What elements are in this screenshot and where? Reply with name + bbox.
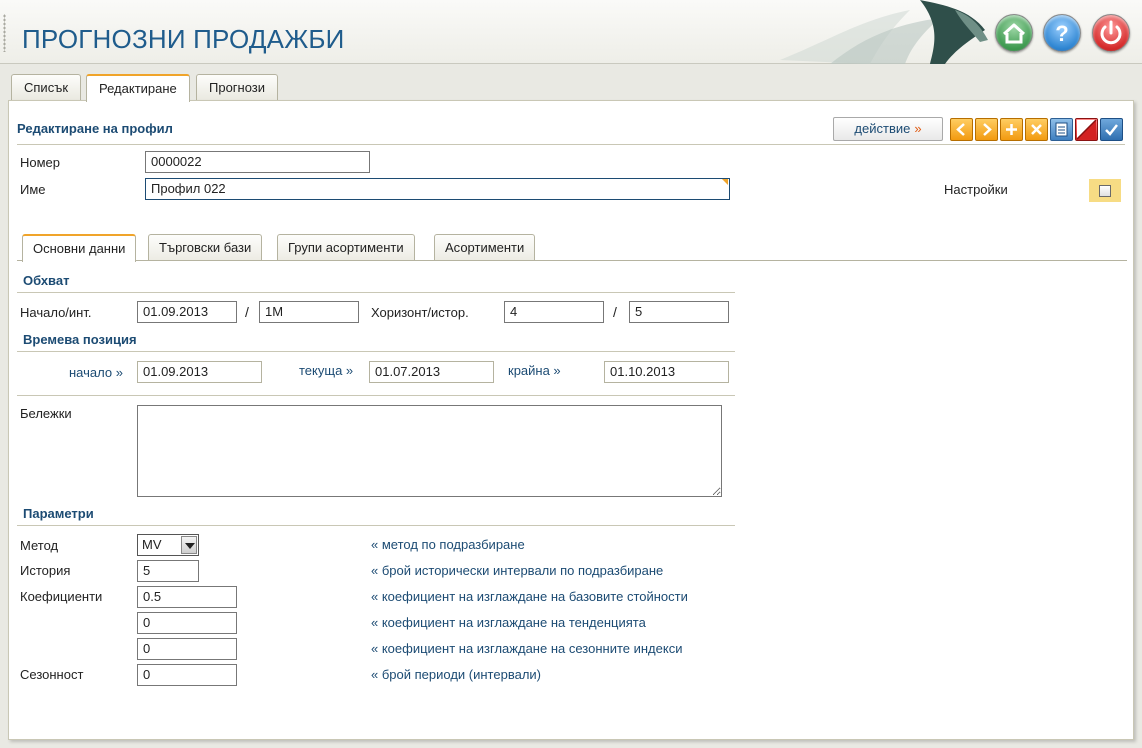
method-select[interactable]: MV <box>137 534 199 556</box>
method-value: MV <box>142 537 162 552</box>
parameters-heading: Параметри <box>23 506 94 521</box>
coef-base-field[interactable]: 0.5 <box>137 586 237 608</box>
help-icon: ? <box>1055 21 1068 46</box>
drag-grip[interactable] <box>3 14 6 52</box>
horizon-history-label: Хоризонт/истор. <box>371 305 469 320</box>
action-arrow: » <box>914 121 922 136</box>
required-marker <box>722 179 728 185</box>
app-title: ПРОГНОЗНИ ПРОДАЖБИ <box>22 24 345 54</box>
divider <box>17 292 735 293</box>
tab-assortment-groups[interactable]: Групи асортименти <box>277 234 415 261</box>
history-hint: « брой исторически интервали по подразби… <box>371 563 664 578</box>
help-button[interactable]: ? <box>1043 14 1081 52</box>
coefficients-label: Коефициенти <box>20 589 103 604</box>
tab-list[interactable]: Списък <box>11 74 82 101</box>
prev-button[interactable] <box>950 118 973 141</box>
print-button[interactable] <box>1050 118 1073 141</box>
number-label: Номер <box>20 155 61 170</box>
slash-separator: / <box>245 304 249 320</box>
divider <box>17 395 735 396</box>
slash-separator: / <box>613 304 617 320</box>
start-link[interactable]: начало » <box>69 365 123 380</box>
app-header: ПРОГНОЗНИ ПРОДАЖБИ ? <box>0 0 1142 64</box>
horizon-field[interactable]: 4 <box>504 301 604 323</box>
action-button[interactable]: действие» <box>833 117 943 141</box>
history-count-field[interactable]: 5 <box>629 301 729 323</box>
checkbox-box <box>1099 185 1111 197</box>
home-icon <box>1002 23 1026 44</box>
panel-title: Редактиране на профил <box>17 121 173 136</box>
tab-forecasts[interactable]: Прогнози <box>196 74 279 101</box>
notes-label: Бележки <box>20 406 72 421</box>
position-current-field[interactable]: 01.07.2013 <box>369 361 494 383</box>
end-link[interactable]: крайна » <box>508 363 561 378</box>
start-date-field[interactable]: 01.09.2013 <box>137 301 237 323</box>
divider <box>17 525 735 526</box>
tab-baseline <box>17 260 1127 261</box>
print-icon <box>1055 122 1068 137</box>
slash-icon <box>1076 119 1097 140</box>
power-button[interactable] <box>1092 14 1130 52</box>
power-icon <box>1100 20 1122 45</box>
divider <box>17 351 735 352</box>
history-field[interactable]: 5 <box>137 560 199 582</box>
tab-trade-bases[interactable]: Търговски бази <box>148 234 263 261</box>
position-start-field[interactable]: 01.09.2013 <box>137 361 262 383</box>
seasonality-label: Сезонност <box>20 667 84 682</box>
seasonality-field[interactable]: 0 <box>137 664 237 686</box>
chevron-right-icon <box>983 123 992 136</box>
tab-basic-data[interactable]: Основни данни <box>22 234 137 262</box>
edit-panel: Редактиране на профил действие» Номер 00… <box>8 100 1134 740</box>
cancel-button[interactable] <box>1075 118 1098 141</box>
chevron-left-icon <box>956 123 965 136</box>
current-link[interactable]: текуща » <box>299 363 353 378</box>
scope-heading: Обхват <box>23 273 70 288</box>
name-field[interactable]: Профил 022 <box>145 178 730 200</box>
number-field[interactable]: 0000022 <box>145 151 370 173</box>
next-button[interactable] <box>975 118 998 141</box>
delete-button[interactable] <box>1025 118 1048 141</box>
coef-base-hint: « коефициент на изглаждане на базовите с… <box>371 589 688 604</box>
settings-row: Настройки <box>939 178 1061 202</box>
settings-checkbox[interactable] <box>1089 179 1121 202</box>
start-interval-label: Начало/инт. <box>20 305 92 320</box>
check-icon <box>1105 124 1118 136</box>
tab-assortments[interactable]: Асортименти <box>434 234 536 261</box>
tab-edit[interactable]: Редактиране <box>86 74 190 102</box>
plus-icon <box>1006 124 1017 135</box>
coef-trend-field[interactable]: 0 <box>137 612 237 634</box>
save-button[interactable] <box>1100 118 1123 141</box>
seasonality-hint: « брой периоди (интервали) <box>371 667 541 682</box>
position-end-field[interactable]: 01.10.2013 <box>604 361 729 383</box>
x-icon <box>1031 124 1042 135</box>
interval-field[interactable]: 1M <box>259 301 359 323</box>
coef-season-hint: « коефициент на изглаждане на сезонните … <box>371 641 683 656</box>
time-position-heading: Времева позиция <box>23 332 137 347</box>
action-label: действие <box>854 121 911 136</box>
coef-trend-hint: « коефициент на изглаждане на тенденцият… <box>371 615 646 630</box>
bird-logo <box>780 0 988 64</box>
name-label: Име <box>20 182 46 197</box>
settings-label: Настройки <box>944 182 1008 197</box>
coef-season-field[interactable]: 0 <box>137 638 237 660</box>
svg-text:?: ? <box>1055 21 1068 46</box>
chevron-down-icon[interactable] <box>181 536 197 554</box>
method-label: Метод <box>20 538 59 553</box>
home-button[interactable] <box>995 14 1033 52</box>
notes-textarea[interactable] <box>137 405 722 497</box>
divider <box>17 144 1125 145</box>
method-hint: « метод по подразбиране <box>371 537 525 552</box>
add-button[interactable] <box>1000 118 1023 141</box>
history-label: История <box>20 563 71 578</box>
